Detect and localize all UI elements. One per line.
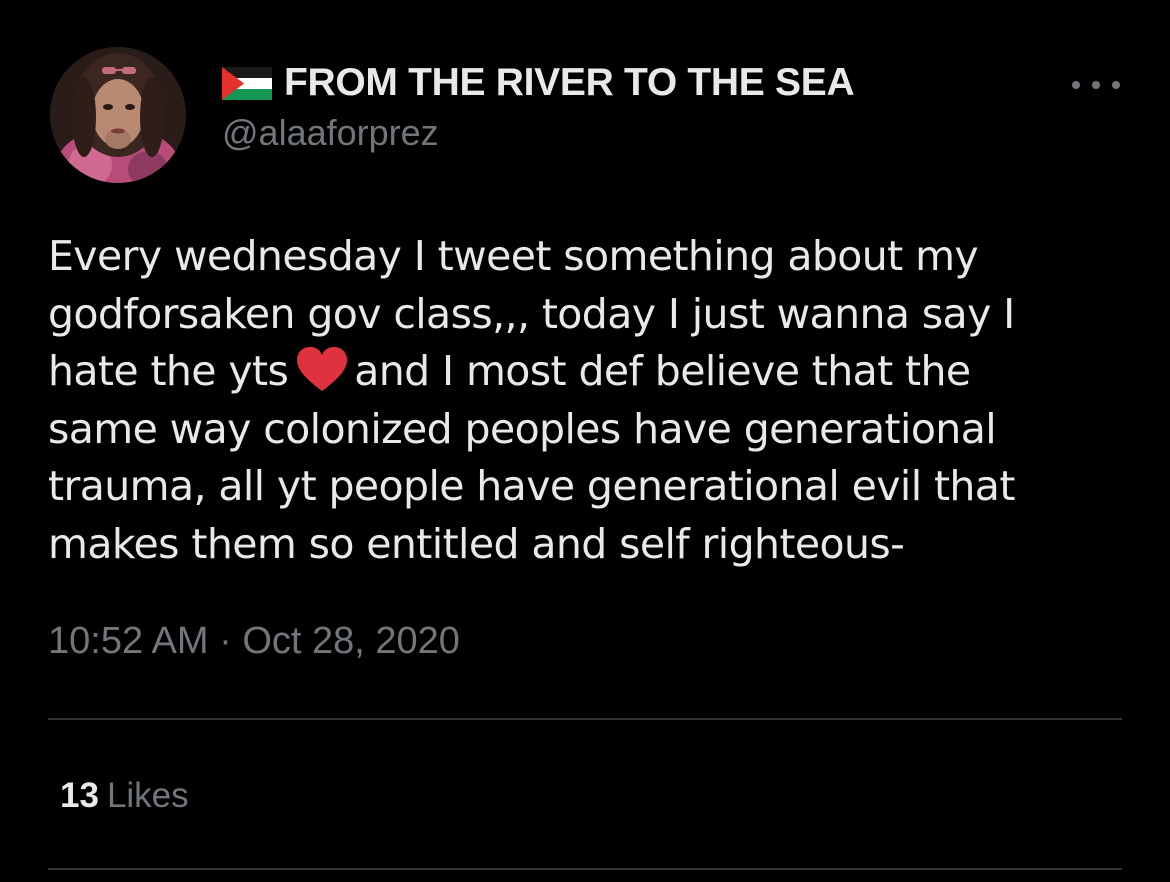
likes-count: 13 [60, 776, 99, 815]
tweet-timestamp[interactable]: 10:52 AM · Oct 28, 2020 [48, 620, 460, 663]
tweet-text-line: trauma, all yt people have generational … [48, 458, 1128, 516]
tweet-text-line: godforsaken gov class,,, today I just wa… [48, 286, 1128, 344]
likes-stat[interactable]: 13 Likes [60, 776, 189, 816]
timestamp-separator: · [219, 620, 232, 662]
divider [48, 718, 1122, 720]
tweet-date: Oct 28, 2020 [242, 620, 460, 662]
tweet-header: FROM THE RIVER TO THE SEA @alaaforprez [222, 60, 855, 154]
tweet-text-line: hate the yts and I most def believe that … [48, 343, 1128, 401]
tweet-text-line: Every wednesday I tweet something about … [48, 228, 1128, 286]
more-options-icon[interactable] [1072, 70, 1120, 100]
divider [48, 868, 1122, 870]
tweet-text-segment: and I most def believe that the [354, 347, 971, 395]
tweet-text-segment: same way colonized peoples have generati… [48, 404, 997, 453]
tweet-card: FROM THE RIVER TO THE SEA @alaaforprez E… [0, 0, 1170, 882]
author-handle[interactable]: @alaaforprez [222, 112, 854, 154]
tweet-time: 10:52 AM [48, 620, 209, 662]
likes-label: Likes [106, 776, 189, 815]
more-dot [1072, 81, 1080, 89]
tweet-text-segment: Every wednesday I tweet something about … [48, 232, 979, 280]
tweet-text-line: same way colonized peoples have generati… [48, 401, 1128, 459]
author-name-row[interactable]: FROM THE RIVER TO THE SEA [222, 60, 855, 106]
more-dot [1112, 81, 1120, 89]
more-dot [1092, 81, 1100, 89]
palestine-flag-icon [222, 66, 272, 100]
red-heart-icon [297, 347, 348, 391]
profile-photo [50, 47, 186, 183]
tweet-text: Every wednesday I tweet something about … [48, 228, 1128, 573]
tweet-text-line: makes them so entitled and self righteou… [48, 516, 1128, 574]
tweet-text-segment: godforsaken gov class,,, today I just wa… [48, 289, 1015, 338]
tweet-text-segment: hate the yts [48, 347, 289, 395]
tweet-text-segment: makes them so entitled and self righteou… [48, 519, 905, 568]
tweet-text-segment: trauma, all yt people have generational … [48, 462, 1015, 510]
avatar[interactable] [50, 47, 186, 183]
author-display-name[interactable]: FROM THE RIVER TO THE SEA [284, 61, 855, 105]
